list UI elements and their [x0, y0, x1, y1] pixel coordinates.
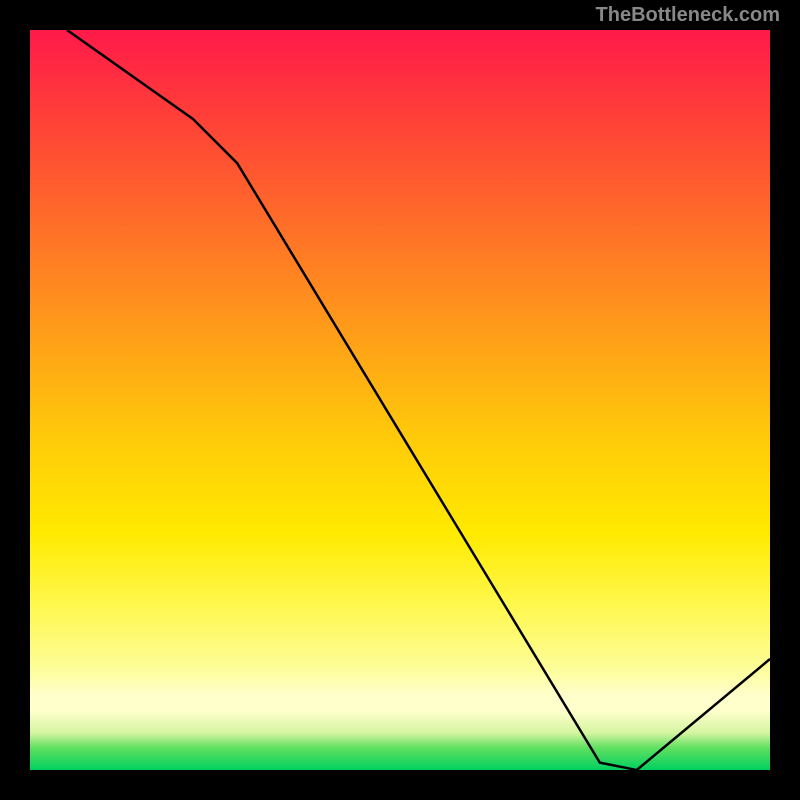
- chart-container: TheBottleneck.com: [0, 0, 800, 800]
- data-curve: [67, 30, 770, 770]
- line-chart-svg: [30, 30, 770, 770]
- plot-area: [30, 30, 770, 770]
- watermark-text: TheBottleneck.com: [596, 4, 780, 27]
